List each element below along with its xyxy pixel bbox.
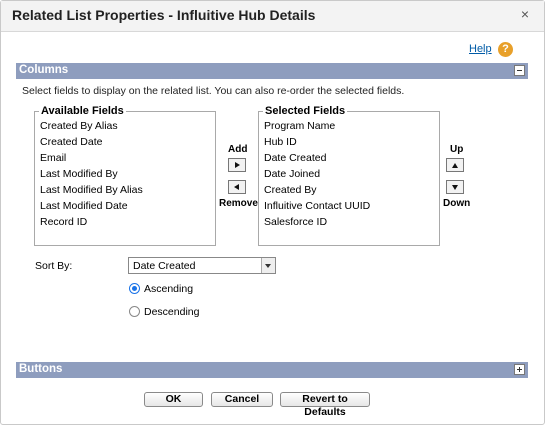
ascending-radio[interactable] xyxy=(129,283,140,294)
cancel-button[interactable]: Cancel xyxy=(211,392,273,407)
up-label: Up xyxy=(450,144,464,155)
dialog-title-bar: Related List Properties - Influitive Hub… xyxy=(1,1,544,32)
available-field-item[interactable]: Created By Alias xyxy=(40,120,118,132)
available-fields-legend: Available Fields xyxy=(39,105,126,117)
columns-section-header: Columns xyxy=(16,63,528,79)
collapse-icon[interactable] xyxy=(514,65,525,76)
close-icon[interactable]: × xyxy=(518,7,532,21)
buttons-section-title: Buttons xyxy=(19,363,63,375)
selected-field-item[interactable]: Influitive Contact UUID xyxy=(264,200,370,212)
sort-by-select[interactable]: Date Created xyxy=(128,257,276,274)
revert-to-defaults-button[interactable]: Revert to Defaults xyxy=(280,392,370,418)
buttons-section-header: Buttons xyxy=(16,362,528,378)
add-label: Add xyxy=(228,144,248,155)
expand-icon[interactable] xyxy=(514,364,525,375)
help-icon[interactable]: ? xyxy=(498,42,513,57)
arrow-right-icon xyxy=(235,162,240,168)
selected-field-item[interactable]: Hub ID xyxy=(264,136,297,148)
sort-by-value: Date Created xyxy=(133,260,196,272)
available-field-item[interactable]: Last Modified Date xyxy=(40,200,128,212)
available-field-item[interactable]: Created Date xyxy=(40,136,102,148)
selected-field-item[interactable]: Created By xyxy=(264,184,317,196)
arrow-up-icon xyxy=(452,163,458,168)
available-field-item[interactable]: Last Modified By xyxy=(40,168,118,180)
move-down-button[interactable] xyxy=(446,180,464,194)
selected-field-item[interactable]: Salesforce ID xyxy=(264,216,327,228)
columns-instructions: Select fields to display on the related … xyxy=(22,85,405,97)
selected-field-item[interactable]: Date Created xyxy=(264,152,326,164)
ok-button[interactable]: OK xyxy=(144,392,203,407)
dialog-title: Related List Properties - Influitive Hub… xyxy=(12,7,316,23)
add-button[interactable] xyxy=(228,158,246,172)
selected-fields-list[interactable]: Selected Fields Program Name Hub ID Date… xyxy=(258,105,440,246)
descending-radio[interactable] xyxy=(129,306,140,317)
descending-label[interactable]: Descending xyxy=(144,306,199,318)
selected-field-item[interactable]: Program Name xyxy=(264,120,335,132)
arrow-down-icon xyxy=(452,185,458,190)
remove-button[interactable] xyxy=(228,180,246,194)
selected-fields-legend: Selected Fields xyxy=(263,105,348,117)
available-fields-list[interactable]: Available Fields Created By Alias Create… xyxy=(34,105,216,246)
available-field-item[interactable]: Last Modified By Alias xyxy=(40,184,143,196)
move-up-button[interactable] xyxy=(446,158,464,172)
help-link[interactable]: Help xyxy=(469,43,492,55)
arrow-left-icon xyxy=(234,184,239,190)
selected-field-item[interactable]: Date Joined xyxy=(264,168,320,180)
related-list-properties-dialog: Related List Properties - Influitive Hub… xyxy=(0,0,545,425)
columns-section-title: Columns xyxy=(19,64,69,76)
available-field-item[interactable]: Email xyxy=(40,152,66,164)
chevron-down-icon xyxy=(261,258,275,273)
ascending-label[interactable]: Ascending xyxy=(144,283,193,295)
sort-by-label: Sort By: xyxy=(35,260,73,272)
available-field-item[interactable]: Record ID xyxy=(40,216,87,228)
down-label: Down xyxy=(443,198,471,209)
remove-label: Remove xyxy=(219,198,258,209)
